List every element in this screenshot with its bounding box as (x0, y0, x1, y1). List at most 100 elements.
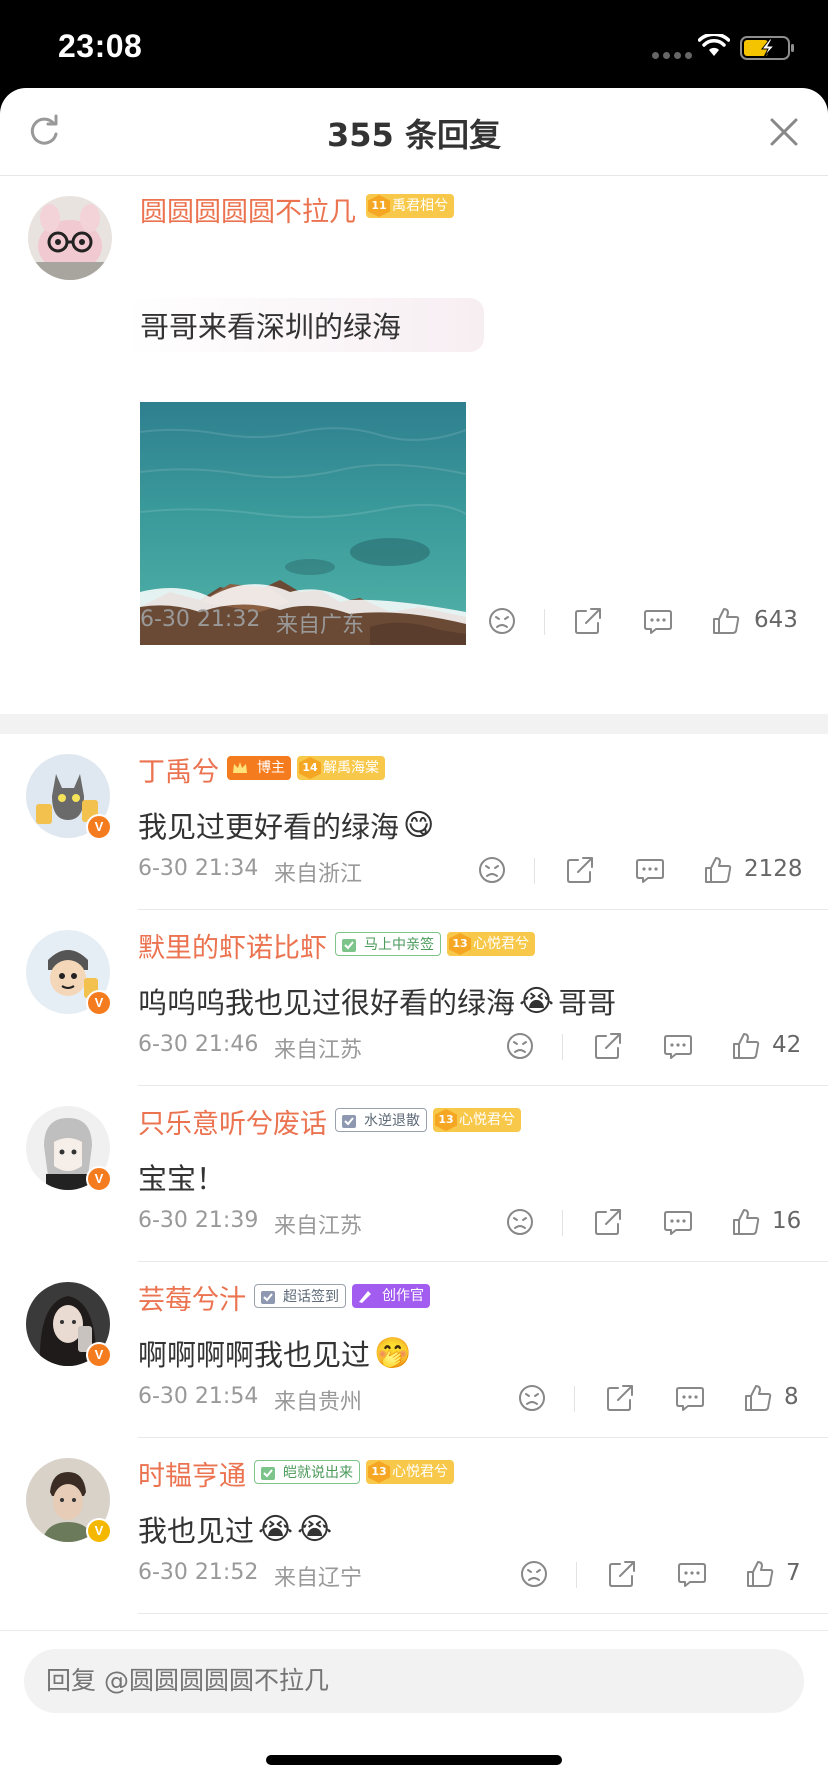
fan-level-badge[interactable]: 11 禹君相兮 (366, 194, 454, 218)
comment-location: 来自浙江 (274, 862, 363, 887)
dislike-icon[interactable] (486, 605, 518, 637)
user-badge[interactable]: 博主 (227, 756, 291, 780)
share-icon[interactable] (604, 1382, 636, 1414)
reply-text: 啊啊啊啊我也见过 (138, 1338, 371, 1372)
user-badge[interactable]: 马上中亲签 (335, 932, 441, 956)
reply-input[interactable] (24, 1649, 804, 1713)
comment-icon[interactable] (676, 1558, 708, 1590)
divider (562, 1034, 563, 1060)
status-bar: 23:08 (0, 0, 828, 88)
comment-icon[interactable] (642, 605, 674, 637)
comment-location: 来自辽宁 (274, 1566, 363, 1591)
share-icon[interactable] (592, 1030, 624, 1062)
comment-time: 6-30 21:52 (138, 1560, 259, 1585)
reply-text: 我也见过 (138, 1514, 255, 1548)
like-icon[interactable] (730, 1030, 762, 1062)
comment-meta: 6-30 21:39 来自江苏 16 (0, 1202, 828, 1242)
wifi-icon (698, 34, 730, 56)
comment-meta: 6-30 21:46 来自江苏 42 (0, 1026, 828, 1066)
comment-text: 我见过更好看的绿海 😋 (138, 804, 434, 846)
badge-text: 马上中亲签 (364, 937, 434, 953)
emoji-icon: 😭 (519, 983, 555, 1019)
comment-time: 6-30 21:32 (140, 607, 261, 632)
comment-time: 6-30 21:39 (138, 1208, 259, 1233)
reply-item: V 芸莓兮汁 啊啊啊啊我也见过 🤭 6-30 21:54 来自贵州 8 超话签到 创作官 (0, 1262, 828, 1438)
divider (544, 609, 545, 635)
user-badge[interactable]: 14 解禹海棠 (297, 756, 385, 780)
reply-text-suffix: 哥哥 (558, 986, 617, 1020)
user-badge[interactable]: 13心悦君兮 (447, 932, 535, 956)
like-icon[interactable] (742, 1382, 774, 1414)
like-icon[interactable] (730, 1206, 762, 1238)
comment-icon[interactable] (662, 1206, 694, 1238)
checkin-icon (342, 1115, 356, 1128)
comment-meta: 6-30 21:54 来自贵州 8 (0, 1378, 828, 1418)
sheet-header: 355 条回复 (0, 88, 828, 176)
username[interactable]: 默里的虾诺比虾 (138, 926, 327, 965)
creator-icon (359, 1291, 371, 1303)
username[interactable]: 丁禹兮 (138, 750, 219, 789)
username[interactable]: 只乐意听兮废话 (138, 1102, 327, 1141)
emoji-icon: 😭 (258, 1511, 294, 1547)
user-badge[interactable]: 超话签到 (254, 1284, 346, 1308)
emoji-icon: 😭 (297, 1511, 333, 1547)
comment-icon[interactable] (662, 1030, 694, 1062)
username[interactable]: 时韫亨通 (138, 1454, 246, 1493)
like-icon[interactable] (744, 1558, 776, 1590)
user-badge[interactable]: 创作官 (352, 1284, 430, 1308)
share-icon[interactable] (592, 1206, 624, 1238)
user-badge[interactable]: 13心悦君兮 (433, 1108, 521, 1132)
comment-text: 宝宝！ (138, 1156, 225, 1198)
avatar[interactable] (28, 196, 112, 280)
checkin-icon (342, 939, 356, 952)
badge-text: 超话签到 (283, 1289, 339, 1305)
comment-time: 6-30 21:54 (138, 1384, 259, 1409)
avatar-image (28, 196, 112, 280)
replies-sheet: 355 条回复 圆圆圆圆圆不拉几 11 禹君相兮 哥哥来看深圳的绿海 6-30 … (0, 88, 828, 1792)
like-count: 42 (772, 1032, 802, 1058)
reply-item: V 只乐意听兮废话 宝宝！ 6-30 21:39 来自江苏 16 水逆退散 13 心悦君… (0, 1086, 828, 1262)
close-icon[interactable] (766, 114, 802, 150)
comment-location: 来自贵州 (274, 1390, 363, 1415)
share-icon[interactable] (606, 1558, 638, 1590)
reply-text: 呜呜呜我也见过很好看的绿海 (138, 986, 516, 1020)
comment-location: 来自广东 (276, 613, 365, 638)
like-count: 643 (754, 607, 798, 633)
dislike-icon[interactable] (516, 1382, 548, 1414)
checkin-icon (261, 1467, 275, 1480)
divider (562, 1210, 563, 1236)
status-time: 23:08 (58, 28, 143, 64)
battery-icon (740, 36, 794, 60)
badge-text: 水逆退散 (364, 1113, 420, 1129)
user-badge[interactable]: 水逆退散 (335, 1108, 427, 1132)
dislike-icon[interactable] (476, 854, 508, 886)
dislike-icon[interactable] (518, 1558, 550, 1590)
fan-level-number: 11 (368, 195, 390, 217)
comment-time: 6-30 21:46 (138, 1032, 259, 1057)
comment-text: 哥哥来看深圳的绿海 (140, 310, 402, 344)
dislike-icon[interactable] (504, 1206, 536, 1238)
badge-text: 创作官 (382, 1288, 424, 1304)
badge-text: 心悦君兮 (392, 1464, 448, 1480)
fan-level-number: 13 (435, 1109, 457, 1131)
username[interactable]: 圆圆圆圆圆不拉几 (140, 190, 356, 229)
like-count: 16 (772, 1208, 802, 1234)
share-icon[interactable] (572, 605, 604, 637)
like-count: 8 (784, 1384, 799, 1410)
username[interactable]: 芸莓兮汁 (138, 1278, 246, 1317)
badge-text: 心悦君兮 (459, 1112, 515, 1128)
user-badge[interactable]: 皑就说出来 (254, 1460, 360, 1484)
user-badge[interactable]: 13心悦君兮 (366, 1460, 454, 1484)
comment-icon[interactable] (674, 1382, 706, 1414)
reply-item: V 默里的虾诺比虾 呜呜呜我也见过很好看的绿海 😭 哥哥 6-30 21:46 来自江苏… (0, 910, 828, 1086)
like-count: 7 (786, 1560, 801, 1586)
fan-level-text: 禹君相兮 (392, 198, 448, 214)
divider (576, 1562, 577, 1588)
verified-badge-icon: V (86, 1518, 112, 1544)
comment-icon[interactable] (634, 854, 666, 886)
like-icon[interactable] (702, 854, 734, 886)
share-icon[interactable] (564, 854, 596, 886)
dislike-icon[interactable] (504, 1030, 536, 1062)
like-icon[interactable] (710, 605, 742, 637)
comment-time: 6-30 21:34 (138, 856, 259, 881)
